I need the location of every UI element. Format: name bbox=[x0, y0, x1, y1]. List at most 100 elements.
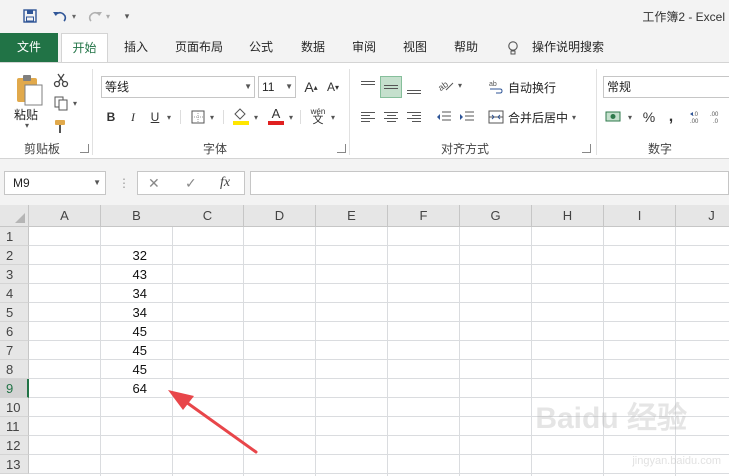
cell-b6[interactable]: 45 bbox=[101, 322, 173, 341]
cell-b4[interactable]: 34 bbox=[101, 284, 173, 303]
align-middle-icon[interactable] bbox=[380, 76, 402, 98]
formula-input[interactable] bbox=[250, 171, 729, 195]
tab-page-layout[interactable]: 页面布局 bbox=[168, 33, 230, 63]
paste-button[interactable]: 粘贴 ▾ bbox=[12, 73, 48, 130]
tell-me-search[interactable]: 操作说明搜索 bbox=[528, 33, 608, 63]
align-right-icon[interactable] bbox=[403, 106, 425, 128]
name-box[interactable]: M9 ▼ bbox=[4, 171, 106, 195]
underline-dropdown-icon[interactable]: ▾ bbox=[167, 113, 171, 122]
decrease-decimal-icon[interactable]: .00.0 bbox=[708, 106, 729, 128]
vertical-ellipsis-icon[interactable]: ⋮ bbox=[118, 174, 130, 192]
italic-button[interactable]: I bbox=[122, 106, 144, 128]
merge-dropdown-icon[interactable]: ▾ bbox=[572, 113, 576, 122]
tab-review[interactable]: 审阅 bbox=[346, 33, 382, 63]
align-left-icon[interactable] bbox=[357, 106, 379, 128]
cell-b7[interactable]: 45 bbox=[101, 341, 173, 360]
gridline-horizontal bbox=[29, 473, 729, 474]
comma-style-button[interactable]: , bbox=[660, 106, 682, 128]
orientation-icon[interactable]: ab bbox=[435, 74, 457, 96]
undo-dropdown-icon[interactable]: ▾ bbox=[70, 6, 78, 26]
merge-center-button[interactable]: 合并后居中 ▾ bbox=[488, 106, 580, 128]
row-header[interactable]: 6 bbox=[0, 322, 29, 341]
borders-icon[interactable] bbox=[187, 106, 209, 128]
increase-decimal-icon[interactable]: .0.00 bbox=[688, 106, 710, 128]
align-bottom-icon[interactable] bbox=[403, 78, 425, 100]
enter-icon[interactable]: ✓ bbox=[185, 175, 197, 192]
column-header[interactable]: G bbox=[460, 205, 532, 227]
row-header[interactable]: 5 bbox=[0, 303, 29, 322]
column-header[interactable]: E bbox=[316, 205, 388, 227]
align-top-icon[interactable] bbox=[357, 73, 379, 95]
cell-b5[interactable]: 34 bbox=[101, 303, 173, 322]
save-icon[interactable] bbox=[20, 6, 40, 26]
tab-file[interactable]: 文件 bbox=[0, 33, 58, 62]
font-color-dropdown-icon[interactable]: ▾ bbox=[289, 113, 293, 122]
align-center-icon[interactable] bbox=[380, 106, 402, 128]
cut-icon[interactable] bbox=[50, 69, 72, 91]
font-color-icon[interactable]: A bbox=[265, 105, 287, 127]
underline-button[interactable]: U bbox=[144, 106, 166, 128]
column-header[interactable]: I bbox=[604, 205, 676, 227]
increase-indent-icon[interactable] bbox=[456, 106, 478, 128]
clipboard-launcher-icon[interactable] bbox=[80, 144, 89, 153]
column-header[interactable]: C bbox=[172, 205, 244, 227]
cell-b2[interactable]: 32 bbox=[101, 246, 173, 265]
accounting-dropdown-icon[interactable]: ▾ bbox=[628, 113, 632, 122]
tab-view[interactable]: 视图 bbox=[397, 33, 433, 63]
tab-formulas[interactable]: 公式 bbox=[243, 33, 279, 63]
fill-color-icon[interactable] bbox=[230, 105, 252, 127]
cancel-icon[interactable]: ✕ bbox=[148, 175, 160, 192]
copy-dropdown-icon[interactable]: ▾ bbox=[73, 99, 77, 108]
fill-color-dropdown-icon[interactable]: ▾ bbox=[254, 113, 258, 122]
row-header[interactable]: 9 bbox=[0, 379, 29, 398]
decrease-indent-icon[interactable] bbox=[433, 106, 455, 128]
undo-icon[interactable] bbox=[50, 6, 70, 26]
column-header[interactable]: J bbox=[676, 205, 729, 227]
column-header[interactable]: A bbox=[29, 205, 101, 227]
paste-dropdown-icon[interactable]: ▾ bbox=[25, 121, 29, 130]
borders-dropdown-icon[interactable]: ▾ bbox=[210, 113, 214, 122]
row-header[interactable]: 11 bbox=[0, 417, 29, 436]
cell-b9[interactable]: 64 bbox=[101, 379, 173, 398]
row-header[interactable]: 7 bbox=[0, 341, 29, 360]
row-header[interactable]: 10 bbox=[0, 398, 29, 417]
tab-help[interactable]: 帮助 bbox=[448, 33, 484, 63]
font-size-combo[interactable]: 11 ▼ bbox=[258, 76, 296, 98]
row-header[interactable]: 1 bbox=[0, 227, 29, 246]
font-name-combo[interactable]: 等线 ▼ bbox=[101, 76, 255, 98]
font-launcher-icon[interactable] bbox=[337, 144, 346, 153]
alignment-launcher-icon[interactable] bbox=[582, 144, 591, 153]
name-box-value: M9 bbox=[13, 176, 30, 190]
column-header[interactable]: B bbox=[101, 205, 173, 227]
accounting-format-icon[interactable] bbox=[603, 106, 625, 128]
format-painter-icon[interactable] bbox=[50, 115, 72, 137]
cell-b8[interactable]: 45 bbox=[101, 360, 173, 379]
row-header[interactable]: 2 bbox=[0, 246, 29, 265]
column-header[interactable]: D bbox=[244, 205, 316, 227]
tab-insert[interactable]: 插入 bbox=[115, 33, 157, 63]
increase-font-icon[interactable]: A ▴ bbox=[300, 76, 322, 98]
copy-icon[interactable] bbox=[50, 92, 72, 114]
row-header[interactable]: 13 bbox=[0, 455, 29, 474]
tab-data[interactable]: 数据 bbox=[295, 33, 331, 63]
number-format-combo[interactable]: 常规 bbox=[603, 76, 729, 98]
row-header[interactable]: 8 bbox=[0, 360, 29, 379]
ribbon-home: 粘贴 ▾ ▾ 剪贴板 等线 ▼ 11 ▼ A ▴ A ▾ B I U ▾ ▾ ▾ A… bbox=[0, 62, 729, 159]
column-header[interactable]: H bbox=[532, 205, 604, 227]
insert-function-icon[interactable]: fx bbox=[220, 175, 230, 191]
row-header[interactable]: 12 bbox=[0, 436, 29, 455]
decrease-font-icon[interactable]: A ▾ bbox=[322, 76, 344, 98]
select-all-button[interactable] bbox=[0, 205, 29, 227]
bold-button[interactable]: B bbox=[100, 106, 122, 128]
row-header[interactable]: 3 bbox=[0, 265, 29, 284]
cell-b3[interactable]: 43 bbox=[101, 265, 173, 284]
wrap-text-button[interactable]: ab 自动换行 bbox=[488, 76, 568, 98]
percent-style-button[interactable]: % bbox=[638, 106, 660, 128]
phonetic-guide-icon[interactable]: wén 文 bbox=[307, 105, 329, 127]
orientation-dropdown-icon[interactable]: ▾ bbox=[458, 81, 462, 90]
column-header[interactable]: F bbox=[388, 205, 460, 227]
row-header[interactable]: 4 bbox=[0, 284, 29, 303]
phonetic-dropdown-icon[interactable]: ▾ bbox=[331, 113, 335, 122]
tab-home[interactable]: 开始 bbox=[61, 33, 108, 64]
customize-qat-icon[interactable]: ▾ bbox=[120, 6, 134, 26]
